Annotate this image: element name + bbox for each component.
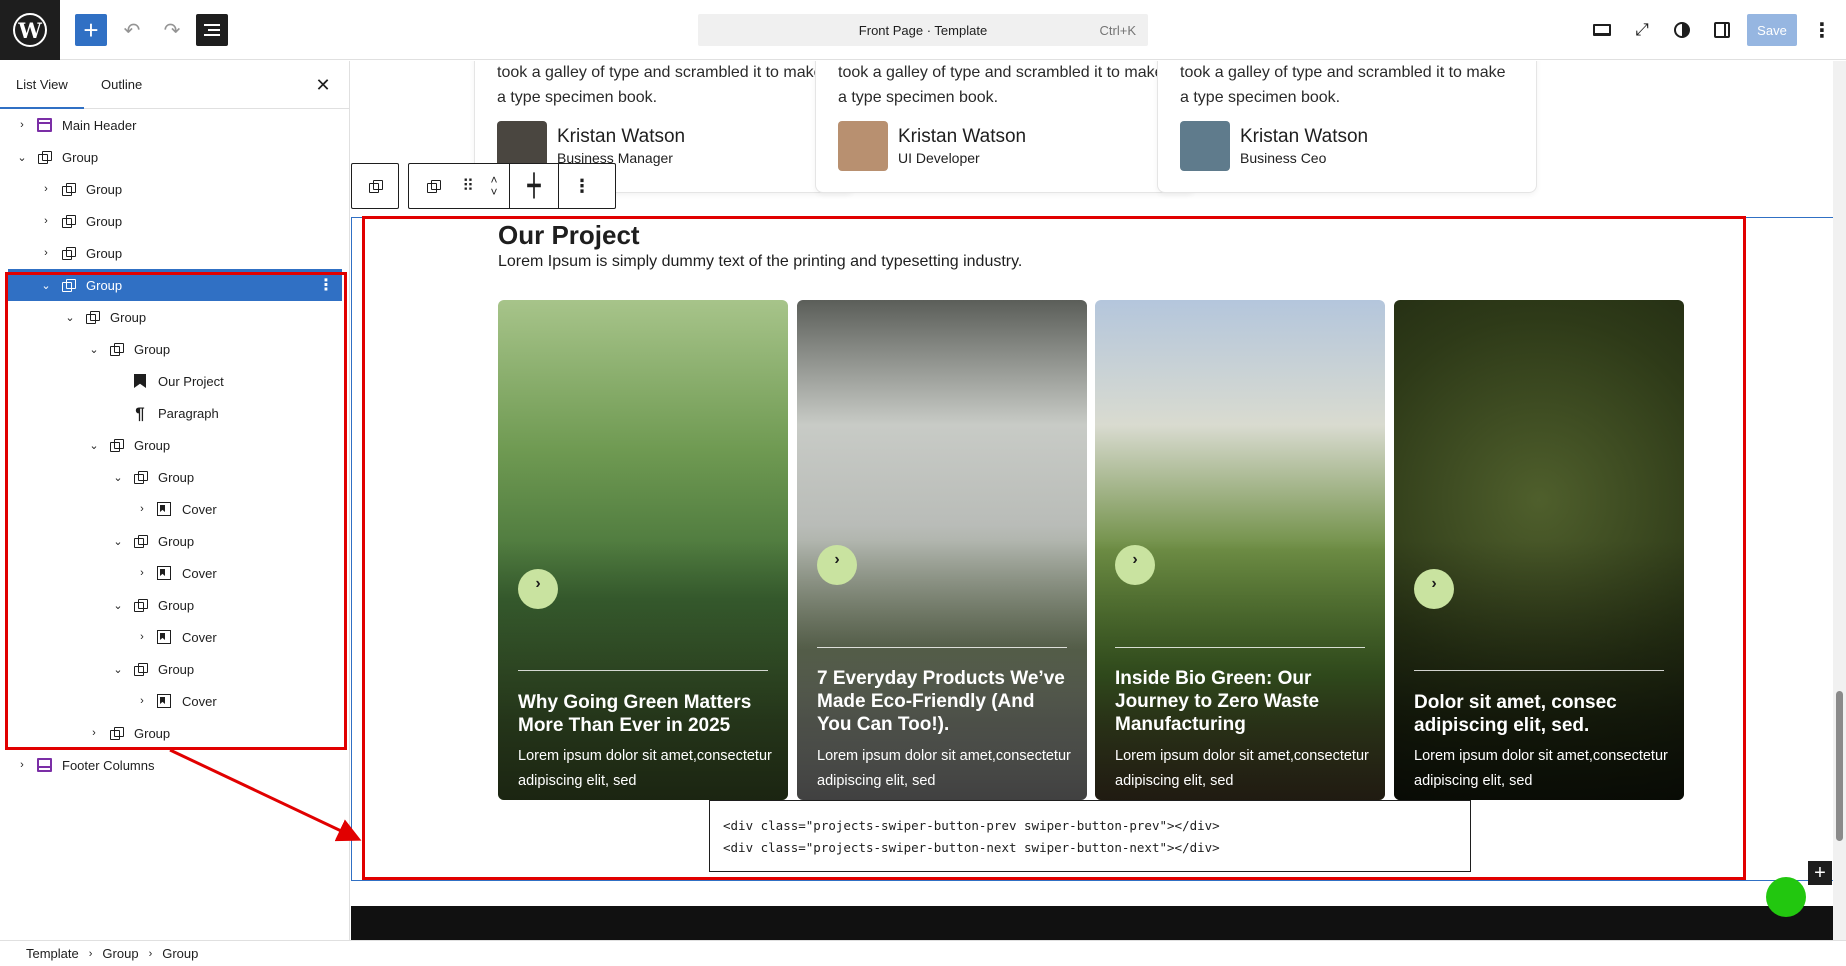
redo-button[interactable]: ↷ (156, 14, 188, 46)
sidebar-selection-highlight (5, 272, 347, 750)
block-options-button[interactable]: ⋮ (559, 164, 605, 208)
more-vertical-icon: ⋮ (1812, 19, 1832, 42)
testimonial-card: took a galley of type and scrambled it t… (1157, 61, 1537, 193)
select-parent-button[interactable] (352, 164, 398, 208)
breadcrumb-item-group-current[interactable]: Group (162, 946, 198, 961)
list-view-row-label: Group (86, 213, 123, 229)
avatar (1180, 121, 1230, 171)
testimonial-name: Kristan Watson (1240, 126, 1369, 147)
close-icon[interactable]: ✕ (311, 73, 335, 97)
move-up-down-buttons[interactable]: ˄ ˅ (479, 164, 509, 208)
testimonial-text: took a galley of type and scrambled it t… (497, 64, 823, 106)
testimonial-card: took a galley of type and scrambled it t… (815, 61, 1195, 193)
list-view-row[interactable]: › Group (8, 173, 342, 205)
testimonial-text: took a galley of type and scrambled it t… (1180, 64, 1506, 106)
contrast-icon (1674, 22, 1690, 38)
group-icon (60, 213, 76, 229)
tab-list-view[interactable]: List View (0, 61, 84, 109)
header-icon (36, 117, 52, 133)
group-icon (36, 149, 52, 165)
chevron-right-icon[interactable]: › (14, 117, 30, 133)
list-view-icon (204, 24, 220, 36)
styles-button[interactable] (1666, 14, 1698, 46)
footer-icon (36, 757, 52, 773)
editor-canvas: took a galley of type and scrambled it t… (351, 61, 1846, 940)
list-view-row[interactable]: › Footer Columns (8, 749, 342, 781)
group-icon (426, 179, 441, 193)
block-inserter-button[interactable]: + (75, 14, 107, 46)
desktop-icon (1593, 24, 1611, 36)
testimonial-name: Kristan Watson (898, 126, 1027, 147)
canvas-scrollbar[interactable] (1833, 61, 1846, 940)
chevron-right-icon[interactable]: › (38, 213, 54, 229)
sidebar-tabs: List View Outline ✕ (0, 61, 349, 109)
list-view-toggle-button[interactable] (196, 14, 228, 46)
avatar (838, 121, 888, 171)
chevron-right-icon: › (148, 947, 153, 960)
options-menu-button[interactable]: ⋮ (1806, 14, 1838, 46)
append-block-button[interactable]: + (1808, 861, 1832, 885)
chevron-down-icon[interactable]: ⌄ (14, 149, 30, 165)
testimonial-role: Business Ceo (1240, 150, 1327, 166)
breadcrumb-item-group[interactable]: Group (102, 946, 138, 961)
block-type-button[interactable] (409, 164, 457, 208)
list-view-row-label: Group (86, 245, 123, 261)
editor-app: W + ↶ ↷ Front Page · Template Ctrl+K ⤢ S… (0, 0, 1846, 966)
align-button[interactable]: ┿ (510, 164, 558, 208)
align-icon: ┿ (527, 173, 541, 198)
group-icon (368, 179, 383, 193)
undo-button[interactable]: ↶ (116, 14, 148, 46)
list-view-row-label: Main Header (62, 117, 137, 133)
scroll-thumb[interactable] (1836, 691, 1843, 841)
testimonial-role: UI Developer (898, 150, 980, 166)
chevron-right-icon[interactable]: › (14, 757, 30, 773)
chevron-right-icon[interactable]: › (38, 181, 54, 197)
save-button[interactable]: Save (1747, 14, 1797, 46)
more-vertical-icon: ⋮ (573, 175, 591, 196)
list-view-row[interactable]: › Group (8, 205, 342, 237)
testimonial-text: took a galley of type and scrambled it t… (838, 64, 1164, 106)
list-view-row-label: Group (62, 149, 99, 165)
list-view-row-label: Footer Columns (62, 757, 155, 773)
command-palette-button[interactable]: Front Page · Template Ctrl+K (698, 14, 1148, 46)
parent-block-toolbar (351, 163, 399, 209)
list-view-row-label: Group (86, 181, 123, 197)
chevron-right-icon[interactable]: › (38, 245, 54, 261)
editor-topbar: W + ↶ ↷ Front Page · Template Ctrl+K ⤢ S… (0, 0, 1846, 60)
command-shortcut: Ctrl+K (1099, 23, 1136, 38)
wordpress-logo-icon[interactable]: W (0, 0, 60, 60)
drag-handle-icon: ⠿ (462, 178, 474, 195)
breadcrumb: Template › Group › Group (0, 940, 1846, 966)
tab-outline[interactable]: Outline (85, 61, 158, 109)
settings-sidebar-button[interactable] (1706, 14, 1738, 46)
chevron-down-icon[interactable]: ˅ (490, 186, 497, 198)
document-title: Front Page · Template (858, 22, 988, 38)
footer-section (351, 906, 1846, 940)
testimonial-name: Kristan Watson (557, 126, 686, 147)
list-view-row[interactable]: › Group (8, 237, 342, 269)
status-indicator (1766, 877, 1806, 917)
device-preview-button[interactable] (1586, 14, 1618, 46)
list-view-row[interactable]: › Main Header (8, 109, 342, 141)
drag-handle[interactable]: ⠿ (457, 164, 479, 208)
sidebar-icon (1714, 22, 1730, 38)
breadcrumb-item-template[interactable]: Template (26, 946, 79, 961)
group-icon (60, 245, 76, 261)
expand-icon: ⤢ (1635, 20, 1649, 39)
group-icon (60, 181, 76, 197)
list-view-row[interactable]: ⌄ Group (8, 141, 342, 173)
chevron-right-icon: › (88, 947, 93, 960)
canvas-selection-highlight (362, 216, 1746, 880)
zoom-out-button[interactable]: ⤢ (1626, 14, 1658, 46)
block-toolbar: ⠿ ˄ ˅ ┿ ⋮ (408, 163, 616, 209)
